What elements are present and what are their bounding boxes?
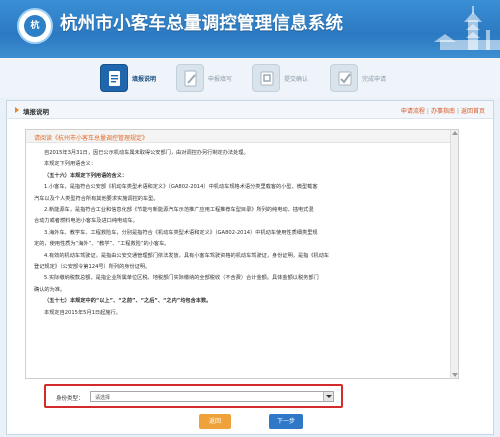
- regulation-text: 自2015年3月31日，因已公示机动车属未取得公安部门，由对调控办另行制定办法处…: [34, 148, 450, 319]
- regulation-link[interactable]: 请阅读《杭州市小客车总量调控管理规定》: [34, 133, 148, 142]
- regulation-line: 4.有效的机动车驾驶证，是指由公安交通管理部门依法发放，具有小客车驾驶资格的机动…: [44, 252, 330, 259]
- document-icon: [100, 64, 128, 92]
- regulation-line: 本规定自2015年5月1日起施行。: [44, 309, 121, 316]
- step-label: 提交确认: [284, 76, 309, 83]
- regulation-line: 定的，使用性质为“海外”、“教学”、“工程救险”的小客车。: [34, 241, 170, 248]
- regulation-line: 2.新能源车，是指符合工业和信息化部《节能与新能源汽车示范推广应用工程推荐车型目…: [44, 207, 314, 214]
- regulation-text-box[interactable]: 请阅读《杭州市小客车总量调控管理规定》 自2015年3月31日，因已公示机动车属…: [25, 129, 459, 379]
- link-application-process[interactable]: 申请流程: [401, 108, 425, 115]
- instructions-panel: 填报说明 申请流程 | 办事指南 | 返回首页 请阅读《杭州市小客车总量调控管理规定》 …: [6, 100, 494, 435]
- back-button[interactable]: 返回: [199, 414, 231, 429]
- step-progress: 填报说明 申报填写 提交确认 完成申请: [0, 58, 500, 98]
- pagoda-skyline-icon: [434, 6, 500, 50]
- regulation-line: 5.实际缴纳税款总额，是指企业所属单位区税、地税部门实际缴纳的全部税收（不含费）…: [44, 275, 319, 282]
- link-service-guide[interactable]: 办事指南: [431, 108, 455, 115]
- regulation-line: （五十六）本规定下列用语的含义：: [44, 172, 128, 179]
- check-icon: [330, 64, 358, 92]
- panel-title: 填报说明: [23, 108, 49, 116]
- link-separator: |: [456, 108, 459, 115]
- link-separator: |: [426, 108, 429, 115]
- id-type-label: 身份类型：: [56, 396, 84, 402]
- regulation-line: 1.小客车，是指符合公安部《机动车类型术语和定义》（GA802-2014）中机动…: [44, 184, 318, 191]
- regulation-line: 自2015年3月31日，因已公示机动车属未取得公安部门，由对调控办另行制定办法处…: [44, 150, 249, 156]
- next-button[interactable]: 下一步: [269, 414, 303, 429]
- regulation-line: 合动力或者燃料电池小客车及进口纯电动车。: [34, 218, 138, 225]
- regulation-line: 汽车以及个人类型符合所有其他要求实施调控的车型。: [34, 195, 159, 202]
- scroll-down-icon[interactable]: [452, 373, 458, 377]
- id-type-row: 身份类型： 请选择: [44, 384, 343, 408]
- link-home[interactable]: 返回首页: [461, 108, 485, 115]
- scrollbar[interactable]: [450, 130, 458, 378]
- step-label: 完成申请: [362, 76, 387, 83]
- edit-icon: [176, 64, 204, 92]
- regulation-line: （五十七）本规定中的“以上”、“之前”、“之后”、“之内”均包含本数。: [44, 298, 212, 305]
- id-type-select[interactable]: 请选择: [90, 391, 334, 402]
- scroll-up-icon[interactable]: [452, 131, 458, 135]
- app-header: 杭 杭州市小客车总量调控管理信息系统: [0, 0, 500, 58]
- logo-mark: 杭: [24, 15, 46, 37]
- regulation-line: 登记规定》（公安部令第124号）所列的身份证明。: [34, 264, 151, 271]
- arrow-right-icon: [15, 107, 19, 113]
- regulation-line: 本规定下列用语含义：: [44, 161, 96, 168]
- submit-icon: [252, 64, 280, 92]
- panel-header: 填报说明 申请流程 | 办事指南 | 返回首页: [7, 101, 493, 119]
- header-links: 申请流程 | 办事指南 | 返回首页: [401, 106, 485, 115]
- dropdown-button[interactable]: [323, 392, 333, 401]
- logo: 杭: [17, 8, 53, 44]
- step-label: 填报说明: [132, 76, 157, 83]
- page-title: 杭州市小客车总量调控管理信息系统: [60, 14, 344, 34]
- regulation-line: 3.海外车、教学车、工程救险车，分别是指符合《机动车类型术语和定义》（GA802…: [44, 229, 318, 236]
- id-type-value: 请选择: [95, 395, 111, 401]
- chevron-down-icon: [326, 395, 332, 398]
- step-label: 申报填写: [208, 76, 233, 83]
- regulation-banner: 请阅读《杭州市小客车总量调控管理规定》: [26, 130, 458, 143]
- regulation-line: 确认的为准。: [34, 286, 66, 293]
